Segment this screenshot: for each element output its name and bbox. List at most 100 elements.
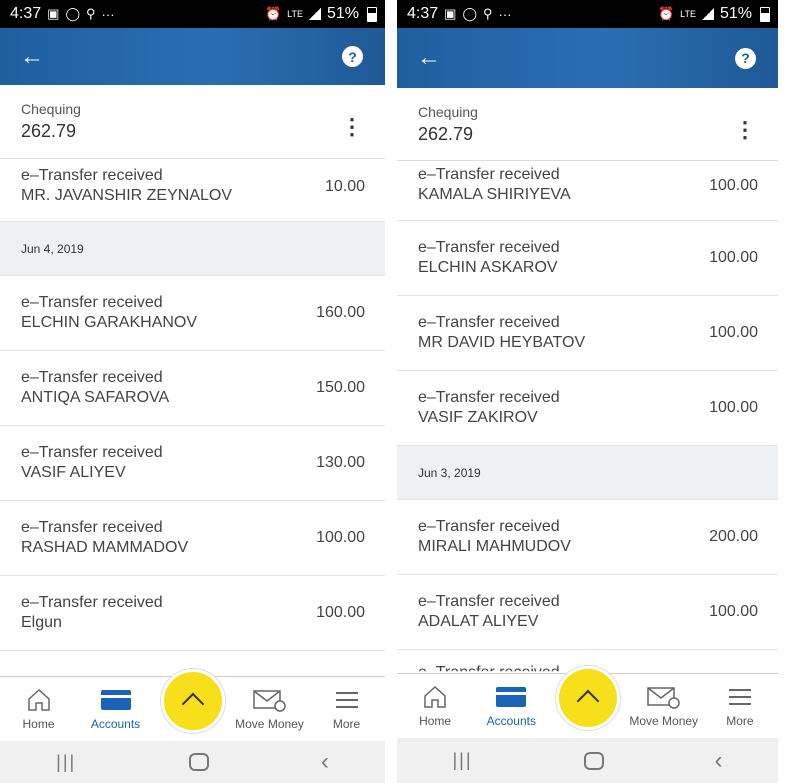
home-icon	[422, 684, 448, 710]
transaction-row[interactable]: e–Transfer received VASIF ZAKIROV 100.00	[397, 371, 778, 446]
search-icon: ⚲	[483, 6, 493, 21]
left-screen: 4:37 ▣ ◯ ⚲ ··· ⏰ LTE 51% ← ? Chequing 26…	[0, 0, 385, 783]
transaction-row[interactable]: e–Transfer received MR. JAVANSHIR ZEYNAL…	[0, 160, 385, 222]
home-button-icon[interactable]	[583, 751, 604, 770]
battery-icon	[760, 6, 770, 22]
account-name: Chequing	[418, 104, 478, 120]
fab-slot	[154, 669, 231, 742]
transaction-sender: ADALAT ALIYEV	[418, 613, 539, 630]
transaction-sender: VASIF ALIYEV	[21, 464, 126, 481]
chevron-up-icon	[576, 689, 599, 713]
recents-icon[interactable]: |||	[56, 752, 76, 773]
status-bar: 4:37 ▣ ◯ ⚲ ··· ⏰ LTE 51%	[397, 0, 778, 28]
gallery-icon: ▣	[47, 6, 60, 21]
transaction-amount: 130.00	[316, 454, 365, 471]
system-nav-bar: ||| ‹	[397, 738, 778, 783]
expand-button[interactable]	[555, 666, 620, 730]
transaction-row[interactable]: e–Transfer received RASHAD MAMMADOV 100.…	[0, 501, 385, 576]
transaction-sender: ELCHIN ASKAROV	[418, 259, 558, 276]
menu-icon	[335, 692, 358, 708]
back-arrow-icon[interactable]: ←	[20, 44, 44, 69]
nav-home[interactable]: Home	[397, 674, 473, 739]
battery-percent: 51%	[719, 5, 752, 22]
transaction-sender: ELCHIN GARAKHANOV	[21, 314, 198, 331]
transaction-sender: Elgun	[21, 614, 62, 631]
whatsapp-icon: ◯	[65, 6, 80, 21]
transaction-row[interactable]: e–Transfer received MR DAVID HEYBATOV 10…	[397, 296, 778, 371]
card-icon	[100, 690, 131, 710]
money-envelope-icon	[646, 684, 682, 710]
nav-home[interactable]: Home	[0, 677, 77, 742]
signal-icon	[308, 8, 321, 20]
battery-icon	[367, 6, 377, 22]
nav-accounts[interactable]: Accounts	[77, 677, 154, 742]
search-icon: ⚲	[86, 6, 96, 21]
whatsapp-icon: ◯	[462, 6, 477, 21]
kebab-menu-icon[interactable]: ⋮	[341, 116, 363, 138]
account-name: Chequing	[21, 101, 81, 117]
help-icon[interactable]: ?	[735, 47, 756, 69]
nav-home-label: Home	[22, 717, 55, 731]
expand-button[interactable]	[160, 669, 225, 733]
transaction-row[interactable]: e–Transfer received Elgun 100.00	[0, 576, 385, 651]
app-bar: ← ?	[0, 28, 385, 85]
transaction-amount: 100.00	[709, 177, 758, 194]
status-time: 4:37	[10, 5, 42, 22]
chevron-up-icon	[181, 692, 204, 716]
nav-more[interactable]: More	[308, 677, 385, 742]
nav-more-label: More	[726, 714, 754, 728]
transaction-type: e–Transfer received	[418, 166, 560, 183]
back-nav-icon[interactable]: ‹	[714, 747, 722, 775]
more-notifications-icon: ···	[101, 6, 115, 22]
recents-icon[interactable]: |||	[452, 750, 472, 771]
nav-accounts[interactable]: Accounts	[473, 674, 549, 739]
help-icon[interactable]: ?	[342, 46, 363, 67]
transaction-row[interactable]: e–Transfer received ANTIQA SAFAROVA 150.…	[0, 351, 385, 426]
home-button-icon[interactable]	[188, 753, 209, 771]
signal-icon	[701, 8, 714, 20]
account-header: Chequing 262.79 ⋮	[0, 85, 385, 159]
fab-slot	[549, 666, 625, 739]
transaction-amount: 150.00	[316, 379, 365, 396]
kebab-menu-icon[interactable]: ⋮	[734, 119, 756, 141]
system-nav-bar: ||| ‹	[0, 741, 385, 783]
transaction-sender: MR. JAVANSHIR ZEYNALOV	[21, 187, 232, 204]
more-notifications-icon: ···	[498, 6, 512, 22]
transaction-row[interactable]: e–Transfer received ADALAT ALIYEV 100.00	[397, 575, 778, 650]
transaction-type: e–Transfer received	[418, 593, 560, 610]
transaction-type: e–Transfer received	[418, 389, 560, 406]
transaction-type: e–Transfer received	[21, 519, 163, 536]
home-icon	[26, 687, 52, 713]
transaction-sender: MR DAVID HEYBATOV	[418, 334, 586, 351]
transaction-row[interactable]: e–Transfer received ELCHIN ASKAROV 100.0…	[397, 221, 778, 296]
transaction-sender: MIRALI MAHMUDOV	[418, 538, 571, 555]
transaction-row[interactable]: e–Transfer received VASIF ALIYEV 130.00	[0, 426, 385, 501]
transaction-amount: 100.00	[316, 529, 365, 546]
nav-move-money[interactable]: Move Money	[231, 677, 308, 742]
nav-more-label: More	[332, 717, 361, 731]
app-bar: ← ?	[397, 28, 778, 88]
transaction-amount: 100.00	[709, 603, 758, 620]
back-nav-icon[interactable]: ‹	[321, 748, 329, 776]
transaction-row[interactable]: e–Transfer received ELCHIN GARAKHANOV 16…	[0, 276, 385, 351]
nav-more[interactable]: More	[702, 674, 778, 739]
nav-move-money-label: Move Money	[629, 714, 699, 728]
transaction-amount: 160.00	[316, 304, 365, 321]
account-balance: 262.79	[418, 124, 474, 144]
back-arrow-icon[interactable]: ←	[417, 46, 441, 70]
transaction-sender: KAMALA SHIRIYEVA	[418, 186, 571, 203]
card-icon	[496, 687, 527, 707]
transaction-row[interactable]: e–Transfer received MIRALI MAHMUDOV 200.…	[397, 500, 778, 575]
nav-home-label: Home	[419, 714, 452, 728]
transaction-amount: 200.00	[709, 528, 758, 545]
transaction-row[interactable]: e–Transfer received KAMALA SHIRIYEVA 100…	[397, 162, 778, 221]
nav-move-money[interactable]: Move Money	[626, 674, 702, 739]
transaction-type: e–Transfer received	[418, 239, 560, 256]
lte-indicator: LTE	[287, 9, 303, 19]
money-envelope-icon	[252, 687, 288, 713]
account-header: Chequing 262.79 ⋮	[397, 88, 778, 161]
alarm-icon: ⏰	[657, 6, 675, 21]
transaction-type: e–Transfer received	[418, 314, 560, 331]
gallery-icon: ▣	[444, 6, 457, 21]
status-bar: 4:37 ▣ ◯ ⚲ ··· ⏰ LTE 51%	[0, 0, 385, 28]
